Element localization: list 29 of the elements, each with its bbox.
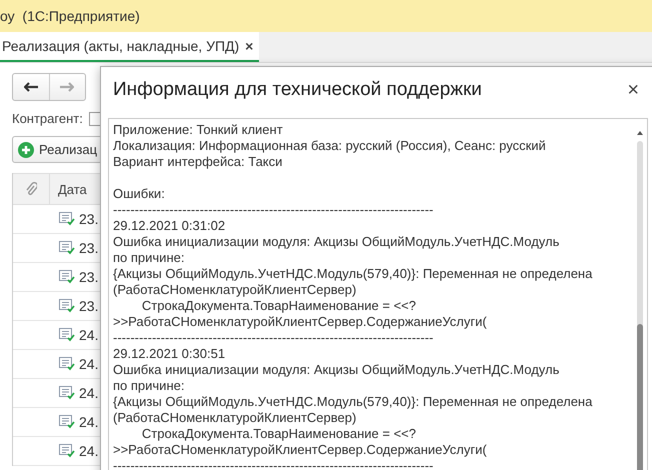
- close-icon[interactable]: ×: [245, 38, 254, 54]
- posted-document-icon: [59, 328, 75, 342]
- counterparty-label: Контрагент:: [12, 111, 83, 126]
- plus-icon: [18, 142, 34, 158]
- paperclip-icon: [25, 181, 37, 197]
- posted-document-icon: [59, 444, 75, 458]
- right-arrow-icon: [60, 82, 74, 92]
- posted-document-icon: [59, 212, 75, 226]
- left-arrow-icon: [24, 82, 38, 92]
- posted-document-icon: [59, 299, 75, 313]
- date-cell: 23.: [79, 211, 98, 227]
- date-cell: 23.: [79, 240, 98, 256]
- posted-document-icon: [59, 357, 75, 371]
- date-cell: 23.: [79, 298, 98, 314]
- date-cell: 23.: [79, 269, 98, 285]
- close-button[interactable]: ×: [627, 80, 639, 100]
- date-cell: 24.: [79, 356, 98, 372]
- date-cell: 24.: [79, 443, 98, 459]
- date-cell: 24.: [79, 327, 98, 343]
- posted-document-icon: [59, 241, 75, 255]
- document-tab[interactable]: Реализация (акты, накладные, УПД) ×: [0, 32, 260, 62]
- posted-document-icon: [59, 386, 75, 400]
- posted-document-icon: [59, 415, 75, 429]
- posted-document-icon: [59, 270, 75, 284]
- app-title: оу (1С:Предприятие): [0, 8, 140, 24]
- date-cell: 24.: [79, 414, 98, 430]
- dialog-title: Информация для технической поддержки: [113, 79, 482, 101]
- column-header[interactable]: Дата: [50, 182, 87, 196]
- date-cell: 24.: [79, 385, 98, 401]
